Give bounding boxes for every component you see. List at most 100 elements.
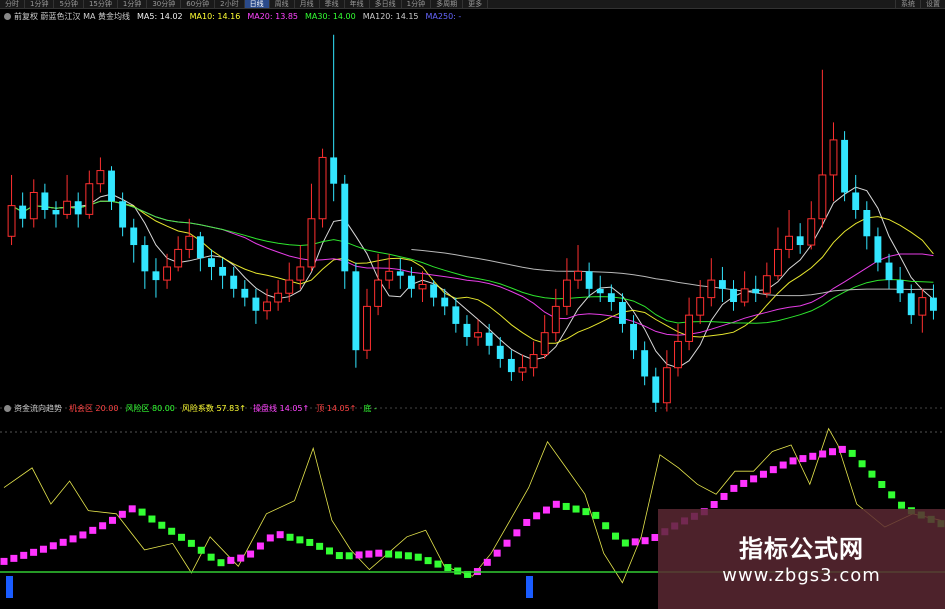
operation-line-block [355,551,363,559]
operation-line-block [118,510,126,518]
legend-entry: MA20: 13.85 [247,11,299,21]
watermark: 指标公式网 www.zbgs3.com [658,509,945,609]
operation-line-block [858,460,866,468]
candle-body [907,293,915,316]
toolbar-right: 系统 设置 [895,0,945,8]
candle-body [762,275,771,294]
candle-body [174,248,183,268]
period-tab[interactable]: 1分钟 [25,0,55,8]
period-tab[interactable]: 2小时 [215,0,245,8]
candle-body [918,297,927,316]
candle-body [274,292,283,303]
operation-line-block [631,538,639,546]
candle-body [130,227,138,246]
candle-body [885,262,893,281]
bottom-signal-bar [6,576,13,598]
candle-body [507,358,515,373]
operation-line-block [750,475,758,483]
legend-entry: MA5: 14.02 [137,11,183,21]
operation-line-block [730,484,738,492]
legend-entry: 底 - [363,403,377,413]
operation-line-block [493,549,501,557]
toolbar-right-button[interactable]: 设置 [920,0,945,8]
period-tab[interactable]: 多日线 [370,0,402,8]
candle-body [452,306,460,324]
operation-line-block [720,492,728,500]
period-tab[interactable]: 月线 [295,0,320,8]
legend-entry: 操盘线 14.05↑ [253,403,310,413]
candle-body [874,236,882,263]
operation-line-block [168,527,176,535]
operation-line-block [335,552,343,560]
bottom-signal-bar [526,576,533,598]
operation-line-block [148,515,156,523]
operation-line-block [848,449,856,457]
operation-line-block [769,466,777,474]
operation-line-block [128,505,136,513]
operation-line-block [434,560,442,568]
ma10-line [11,200,934,344]
period-tab[interactable]: 60分钟 [181,0,216,8]
period-tab[interactable]: 5分钟 [54,0,84,8]
indicator-settings-icon[interactable] [4,404,11,412]
candle-body [396,271,404,276]
operation-line-block [0,557,8,565]
candle-body [596,288,604,294]
indicator-settings-icon[interactable] [4,12,11,20]
operation-line-block [789,457,797,465]
candle-body [551,305,560,334]
candlestick-chart[interactable]: ←12.60 [0,22,945,412]
period-tab[interactable]: 30分钟 [147,0,182,8]
operation-line-block [49,542,57,550]
period-tab[interactable]: 日线 [244,0,270,8]
ma120-line [411,249,934,297]
operation-line-block [740,479,748,487]
candle-body [208,258,215,267]
candle-body [341,183,349,272]
candle-body [485,332,493,346]
operation-line-block [59,538,67,546]
candle-body [163,266,171,281]
candle-body [562,279,571,307]
legend-entry: MA250: - [425,11,462,21]
watermark-url: www.zbgs3.com [722,565,881,586]
operation-line-block [247,550,255,558]
period-tab[interactable]: 季线 [320,0,345,8]
period-tab[interactable]: 更多 [463,0,489,8]
candle-body [896,280,904,294]
candle-body [930,297,937,311]
operation-line-block [424,557,432,565]
period-tab[interactable]: 多周期 [431,0,464,8]
operation-line-block [69,535,77,543]
period-tab[interactable]: 周线 [270,0,295,8]
ma30-line [11,200,934,324]
candle-body [307,218,316,268]
candle-body [829,139,838,176]
operation-line-block [829,448,837,456]
toolbar-right-button[interactable]: 系统 [895,0,920,8]
operation-line-block [483,558,491,566]
period-tab[interactable]: 1分钟 [118,0,148,8]
candle-body [152,271,160,281]
candle-body [707,279,716,299]
period-tab[interactable]: 分时 [0,0,25,8]
operation-line-block [819,450,827,458]
main-chart-legend: 前复权 蔚蓝色江汉 MA 黄金均线 MA5: 14.02 MA10: 14.16 MA… [4,10,468,22]
candle-body [96,170,105,185]
candle-body [263,301,271,312]
operation-line-block [898,501,906,509]
period-tab[interactable]: 15分钟 [84,0,118,8]
period-tab[interactable]: 1分钟 [402,0,432,8]
candle-body [574,270,582,281]
candle-body [430,284,438,298]
operation-line-block [197,546,205,554]
candle-body [241,288,249,298]
candle-body [630,323,637,351]
candle-body [363,305,371,351]
operation-line-block [237,554,245,562]
candle-body [696,297,705,316]
operation-line-block [888,491,896,499]
candle-body [685,314,694,342]
period-tab[interactable]: 年线 [345,0,370,8]
candle-body [585,271,593,289]
